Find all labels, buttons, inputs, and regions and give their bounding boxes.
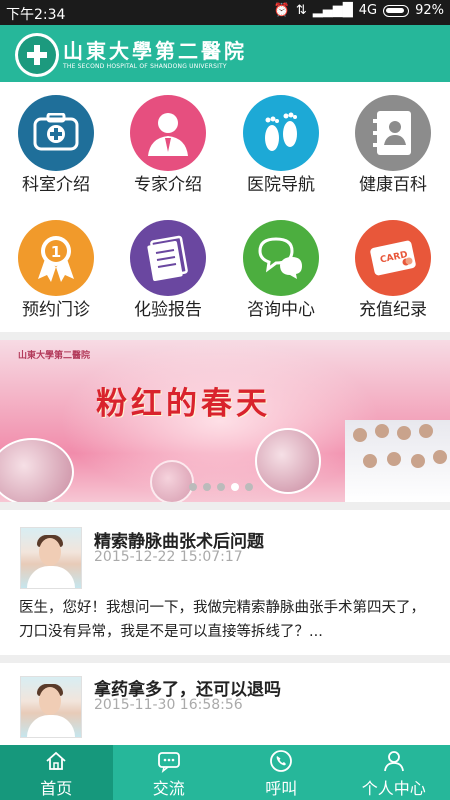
footprints-icon [243, 95, 319, 171]
doctor-icon [130, 95, 206, 171]
contact-book-icon [355, 95, 431, 171]
status-icons: ⏰ ⇅ ▂▄▆█ 4G 92% [274, 3, 444, 18]
report-icon [130, 220, 206, 296]
medical-kit-icon [18, 95, 94, 171]
phone-icon [270, 750, 292, 772]
tab-call[interactable]: 呼叫 [225, 745, 338, 800]
grid-item-label: 预约门诊 [22, 300, 90, 320]
tab-home[interactable]: 首页 [0, 745, 113, 800]
grid-item-experts[interactable]: 专家介绍 [112, 82, 224, 207]
tab-label: 交流 [152, 779, 185, 798]
banner-logo-text: 山東大學第二醫院 [18, 351, 91, 361]
banner-title: 粉红的春天 [96, 386, 271, 422]
post-body: 医生，您好！我想问一下，我做完精索静脉曲张手术第四天了，刀口没有异常，我是不是可… [19, 600, 425, 640]
medal-icon: 1 [18, 220, 94, 296]
grid-item-appointment[interactable]: 1 预约门诊 [0, 207, 112, 332]
grid-item-consultation[interactable]: 咨询中心 [225, 207, 337, 332]
grid-item-label: 化验报告 [134, 300, 202, 320]
pagination-dot[interactable] [245, 483, 253, 491]
pagination-dot[interactable] [217, 483, 225, 491]
user-icon [383, 751, 404, 772]
battery-level: 92% [415, 3, 444, 18]
grid-item-departments[interactable]: 科室介绍 [0, 82, 112, 207]
battery-icon [383, 4, 410, 17]
list-item[interactable]: 拿药拿多了，还可以退吗 2015-11-30 16:58:56 [0, 663, 450, 745]
grid-item-label: 咨询中心 [247, 300, 315, 320]
chat-icon [157, 752, 180, 773]
pagination-dot[interactable] [203, 483, 211, 491]
tab-label: 首页 [40, 779, 73, 798]
grid-item-lab-report[interactable]: 化验报告 [112, 207, 224, 332]
hospital-name-cn: 山東大學第二醫院 [63, 39, 247, 63]
status-time: 下午2:34 [6, 7, 66, 23]
svg-text:1: 1 [51, 243, 61, 261]
data-transfer-icon: ⇅ [295, 3, 307, 18]
network-type: 4G [358, 3, 378, 18]
grid-item-label: 充值纪录 [359, 300, 427, 320]
avatar [20, 527, 82, 589]
bottom-tab-bar: 首页 交流 呼叫 个人中心 [0, 745, 450, 800]
banner-photo-center [255, 428, 321, 494]
avatar [20, 676, 82, 738]
post-time: 2015-12-22 15:07:17 [94, 549, 243, 565]
tab-label: 个人中心 [361, 779, 426, 798]
status-bar: 下午2:34 ⏰ ⇅ ▂▄▆█ 4G 92% [0, 0, 450, 25]
pagination-dot[interactable] [189, 483, 197, 491]
post-time: 2015-11-30 16:58:56 [94, 697, 243, 713]
hospital-name-en: THE SECOND HOSPITAL OF SHANDONG UNIVERSI… [63, 63, 227, 70]
grid-item-label: 科室介绍 [22, 175, 90, 195]
hospital-logo-icon [15, 33, 59, 77]
banner-photo-small [150, 460, 194, 502]
grid-item-label: 健康百科 [359, 175, 427, 195]
tab-label: 呼叫 [265, 779, 298, 798]
signal-icon: ▂▄▆█ [312, 3, 353, 18]
tab-communication[interactable]: 交流 [113, 745, 226, 800]
promo-banner[interactable]: 山東大學第二醫院 粉红的春天 [0, 340, 450, 502]
grid-item-health-wiki[interactable]: 健康百科 [337, 82, 449, 207]
grid-item-label: 医院导航 [247, 175, 315, 195]
grid-item-navigation[interactable]: 医院导航 [225, 82, 337, 207]
home-icon [46, 751, 66, 770]
chat-bubbles-icon [243, 220, 319, 296]
card-icon: CARD [355, 220, 431, 296]
grid-item-label: 专家介绍 [134, 175, 202, 195]
function-grid: 科室介绍 专家介绍 医院导航 健康百科 1 预约门诊 化验报告 咨询中心 CAR… [0, 82, 450, 332]
tab-profile[interactable]: 个人中心 [338, 745, 450, 800]
banner-staff-photo [345, 420, 450, 502]
grid-item-recharge-records[interactable]: CARD 充值纪录 [337, 207, 449, 332]
pagination-dot-active[interactable] [231, 483, 239, 491]
list-item[interactable]: 精索静脉曲张术后问题 2015-12-22 15:07:17 医生，您好！我想问… [0, 510, 450, 655]
banner-pagination [189, 483, 253, 491]
alarm-icon: ⏰ [273, 3, 290, 18]
